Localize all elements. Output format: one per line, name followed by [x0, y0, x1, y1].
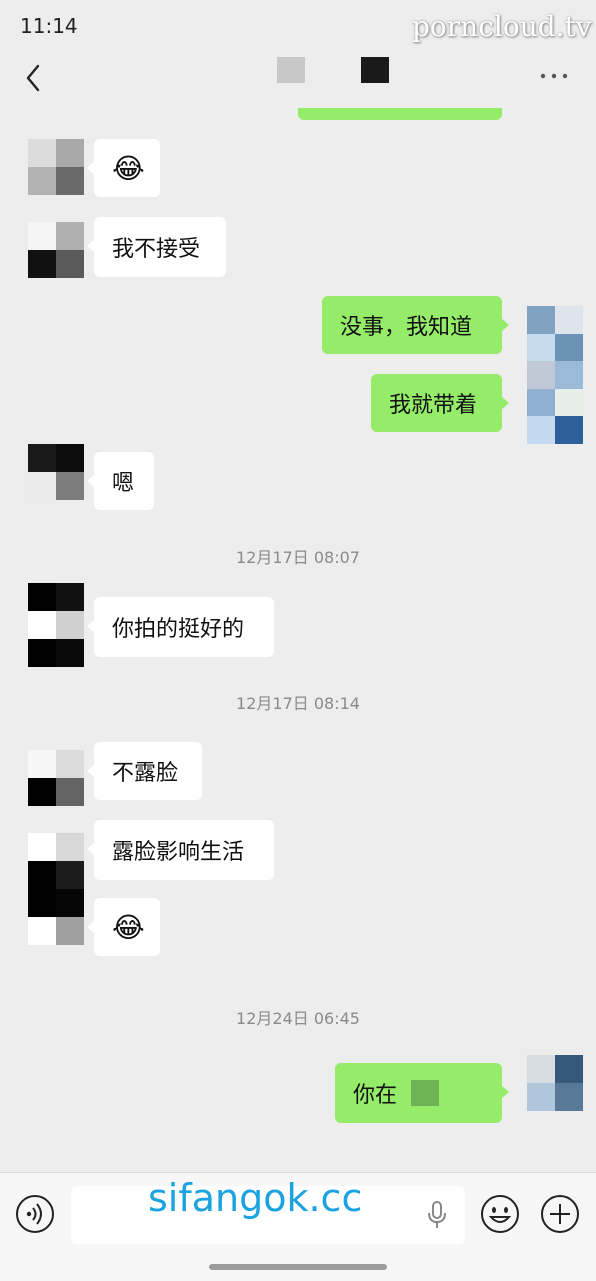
message-bubble[interactable]: 不露脸 [87, 742, 202, 800]
message-text: 你在 [353, 1083, 398, 1108]
message-bubble[interactable]: 你拍的挺好的 [87, 597, 274, 657]
message-text: 没事，我知道 [340, 315, 473, 340]
message-text: 你拍的挺好的 [112, 617, 245, 642]
plus-circle-icon[interactable] [540, 1194, 580, 1234]
microphone-icon[interactable] [426, 1200, 448, 1230]
avatar[interactable] [28, 139, 84, 195]
timestamp: 12月17日 08:07 [236, 548, 360, 567]
message-bubble[interactable]: 😂 [87, 898, 160, 956]
message-text: 我不接受 [112, 237, 201, 262]
avatar[interactable] [28, 750, 84, 806]
chat-title-redacted [277, 57, 305, 83]
message-bubble[interactable]: 没事，我知道 [322, 296, 509, 354]
previous-message-bubble [298, 108, 502, 120]
chat-title-redacted-2 [361, 57, 389, 83]
more-dots-icon[interactable] [538, 70, 570, 82]
timestamp: 12月24日 06:45 [236, 1009, 360, 1028]
redacted-block [411, 1080, 440, 1106]
message-text: 😂 [112, 151, 145, 185]
chevron-left-icon[interactable] [20, 60, 50, 96]
message-text: 嗯 [112, 471, 135, 496]
message-bubble[interactable]: 嗯 [87, 452, 154, 510]
timestamp: 12月17日 08:14 [236, 694, 360, 713]
message-bubble[interactable]: 你在 [335, 1063, 509, 1123]
message-bubble[interactable]: 我就带着 [371, 374, 509, 432]
watermark-bottom: sifangok.cc [148, 1176, 363, 1220]
message-bubble[interactable]: 露脸影响生活 [87, 820, 274, 880]
avatar[interactable] [28, 222, 84, 278]
avatar-self[interactable] [527, 306, 583, 444]
message-bubble[interactable]: 我不接受 [87, 217, 226, 277]
home-indicator [209, 1264, 387, 1270]
smiley-icon[interactable] [480, 1194, 520, 1234]
avatar[interactable] [28, 833, 84, 945]
avatar[interactable] [28, 444, 84, 500]
avatar[interactable] [28, 583, 84, 667]
message-bubble[interactable]: 😂 [87, 139, 160, 197]
message-text: 露脸影响生活 [112, 840, 245, 865]
message-text: 😂 [112, 910, 145, 944]
watermark-top: porncloud.tv [412, 10, 592, 43]
status-time: 11:14 [20, 14, 78, 38]
message-text: 我就带着 [389, 393, 478, 418]
avatar-self[interactable] [527, 1055, 583, 1111]
message-text: 不露脸 [112, 761, 179, 786]
voice-icon[interactable] [15, 1194, 55, 1234]
